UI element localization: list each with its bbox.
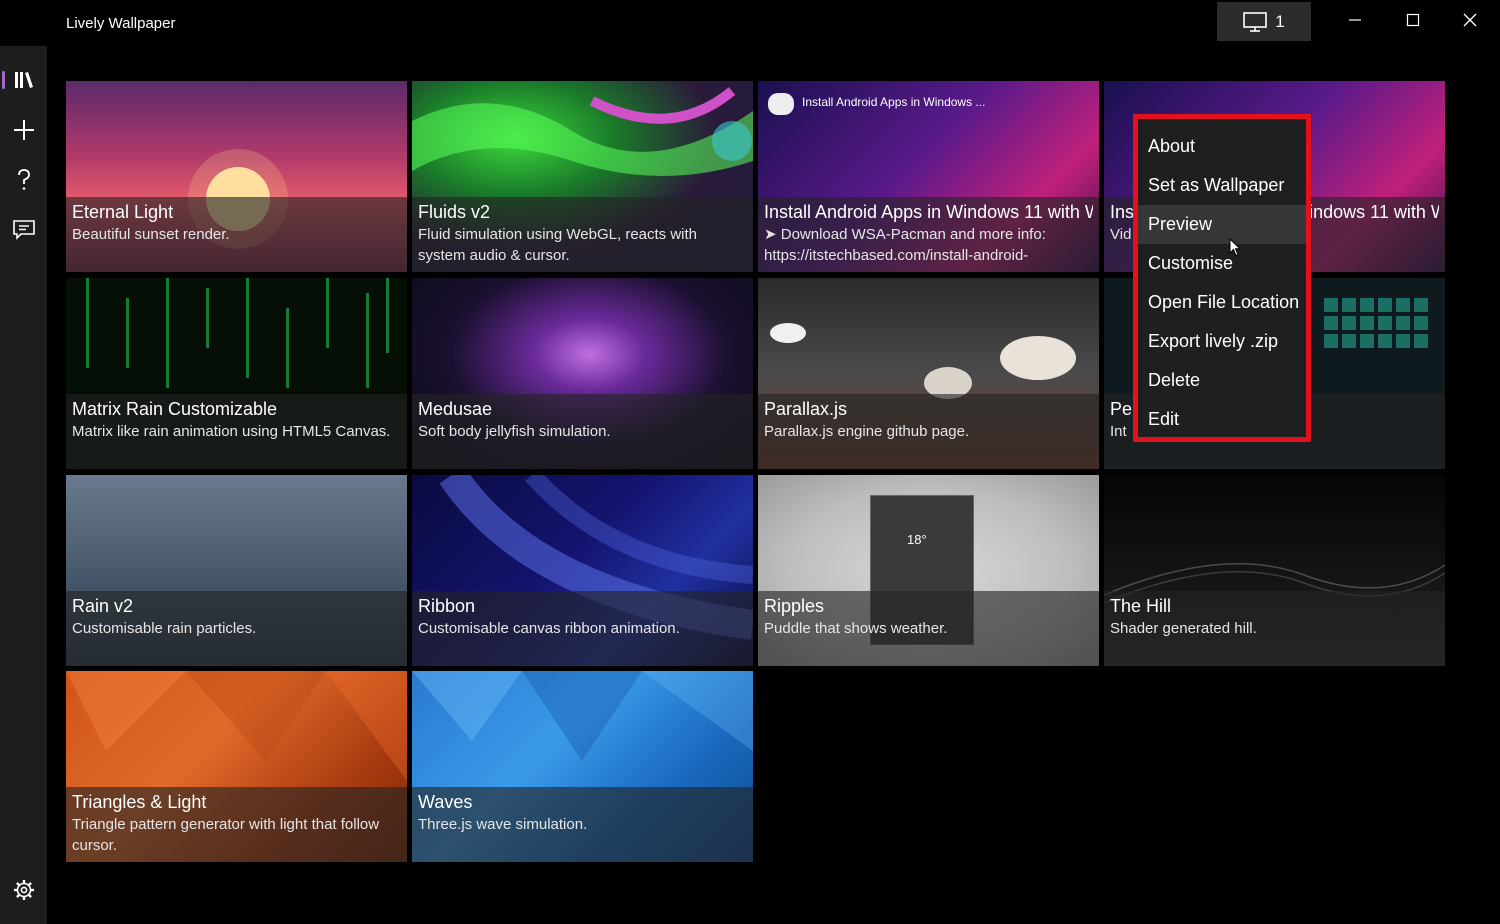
tile-title: Medusae: [418, 399, 493, 419]
tile-caption: Rain v2 Customisable rain particles.: [66, 591, 407, 666]
monitor-number: 1: [1275, 11, 1285, 31]
tile-caption: Ribbon Customisable canvas ribbon animat…: [412, 591, 753, 666]
plus-icon: [13, 120, 34, 140]
tile-caption: Medusae Soft body jellyfish simulation.: [412, 394, 753, 469]
channel-avatar: [768, 93, 794, 115]
title-bar: Lively Wallpaper 1: [0, 0, 1500, 46]
tile-caption: Fluids v2 Fluid simulation using WebGL, …: [412, 197, 753, 272]
menu-item-customise[interactable]: Customise: [1138, 244, 1306, 283]
tile-description: Parallax.js engine github page.: [764, 423, 970, 440]
tile-caption: Triangles & Light Triangle pattern gener…: [66, 787, 407, 862]
menu-item-open-file-location[interactable]: Open File Location: [1138, 283, 1306, 322]
tile-title: Ribbon: [418, 596, 476, 616]
close-icon: [1463, 13, 1477, 27]
tile-title: The Hill: [1110, 596, 1172, 616]
tile-caption: Install Android Apps in Windows 11 with …: [758, 197, 1099, 272]
monitor-icon: [1243, 11, 1268, 32]
app-title: Lively Wallpaper: [66, 15, 176, 32]
context-menu: About Set as Wallpaper Preview Customise…: [1133, 114, 1311, 442]
wallpaper-tile-ripples[interactable]: 18° Ripples Puddle that shows weather.: [758, 475, 1099, 666]
wallpaper-tile-waves[interactable]: Waves Three.js wave simulation.: [412, 671, 753, 862]
menu-item-about[interactable]: About: [1138, 127, 1306, 166]
tile-title: Fluids v2: [418, 202, 491, 222]
menu-item-delete[interactable]: Delete: [1138, 361, 1306, 400]
wallpaper-tile-android-apps[interactable]: Install Android Apps in Windows ... Inst…: [758, 81, 1099, 272]
tile-title: Rain v2: [72, 596, 134, 616]
tile-title: Ripples: [764, 596, 825, 616]
sidebar-item-settings[interactable]: [0, 870, 47, 910]
tile-title: Triangles & Light: [72, 792, 207, 812]
tile-description: Triangle pattern generator with light th…: [72, 816, 380, 854]
tile-caption: Parallax.js Parallax.js engine github pa…: [758, 394, 1099, 469]
feedback-icon: [12, 220, 35, 240]
gear-icon: [13, 880, 34, 900]
tile-title: Waves: [418, 792, 473, 812]
monitor-select-button[interactable]: 1: [1217, 2, 1311, 41]
wallpaper-tile-matrix-rain[interactable]: Matrix Rain Customizable Matrix like rai…: [66, 278, 407, 469]
tile-description: Fluid simulation using WebGL, reacts wit…: [418, 226, 698, 264]
tile-title: Matrix Rain Customizable: [72, 399, 278, 419]
tile-description: ➤ Download WSA-Pacman and more info: htt…: [764, 226, 1046, 264]
library-icon: [14, 72, 33, 88]
tile-caption: Waves Three.js wave simulation.: [412, 787, 753, 862]
sidebar-item-feedback[interactable]: [0, 210, 47, 250]
menu-item-set-as-wallpaper[interactable]: Set as Wallpaper: [1138, 166, 1306, 205]
temperature-label: 18°: [907, 532, 927, 547]
active-indicator: [2, 71, 5, 89]
close-button[interactable]: [1442, 0, 1498, 40]
tile-description: Beautiful sunset render.: [72, 226, 230, 243]
help-icon: [17, 169, 30, 190]
tile-description: Soft body jellyfish simulation.: [418, 423, 611, 440]
menu-item-edit[interactable]: Edit: [1138, 400, 1306, 439]
wallpaper-tile-parallax[interactable]: Parallax.js Parallax.js engine github pa…: [758, 278, 1099, 469]
tile-caption: Eternal Light Beautiful sunset render.: [66, 197, 407, 272]
sidebar-item-help[interactable]: [0, 160, 47, 200]
menu-item-export-zip[interactable]: Export lively .zip: [1138, 322, 1306, 361]
wallpaper-tile-eternal-light[interactable]: Eternal Light Beautiful sunset render.: [66, 81, 407, 272]
tile-description: Puddle that shows weather.: [764, 620, 948, 637]
wallpaper-tile-ribbon[interactable]: Ribbon Customisable canvas ribbon animat…: [412, 475, 753, 666]
wallpaper-tile-fluids-v2[interactable]: Fluids v2 Fluid simulation using WebGL, …: [412, 81, 753, 272]
tile-description: Customisable canvas ribbon animation.: [418, 620, 680, 637]
wallpaper-tile-triangles-light[interactable]: Triangles & Light Triangle pattern gener…: [66, 671, 407, 862]
maximize-button[interactable]: [1385, 0, 1441, 40]
sidebar-item-library[interactable]: [0, 60, 47, 100]
video-title: Install Android Apps in Windows ...: [802, 95, 986, 109]
tile-caption: The Hill Shader generated hill.: [1104, 591, 1445, 666]
tile-caption: Ripples Puddle that shows weather.: [758, 591, 1099, 666]
tile-description: Customisable rain particles.: [72, 620, 257, 637]
tile-description: Three.js wave simulation.: [418, 816, 588, 833]
tile-description: Matrix like rain animation using HTML5 C…: [72, 423, 391, 440]
menu-item-preview[interactable]: Preview: [1138, 205, 1306, 244]
sidebar: [0, 46, 47, 924]
sidebar-item-add[interactable]: [0, 110, 47, 150]
minimize-button[interactable]: [1327, 0, 1383, 40]
wallpaper-tile-medusae[interactable]: Medusae Soft body jellyfish simulation.: [412, 278, 753, 469]
maximize-icon: [1406, 13, 1420, 27]
tile-caption: Matrix Rain Customizable Matrix like rai…: [66, 394, 407, 469]
tile-description: Shader generated hill.: [1110, 620, 1257, 637]
tile-title: Parallax.js: [764, 399, 848, 419]
wallpaper-tile-the-hill[interactable]: The Hill Shader generated hill.: [1104, 475, 1445, 666]
mouse-cursor: [1229, 238, 1241, 257]
tile-title: Eternal Light: [72, 202, 174, 222]
tile-title: Install Android Apps in Windows 11 with …: [764, 202, 1093, 222]
wallpaper-tile-rain-v2[interactable]: Rain v2 Customisable rain particles.: [66, 475, 407, 666]
minimize-icon: [1349, 19, 1361, 21]
